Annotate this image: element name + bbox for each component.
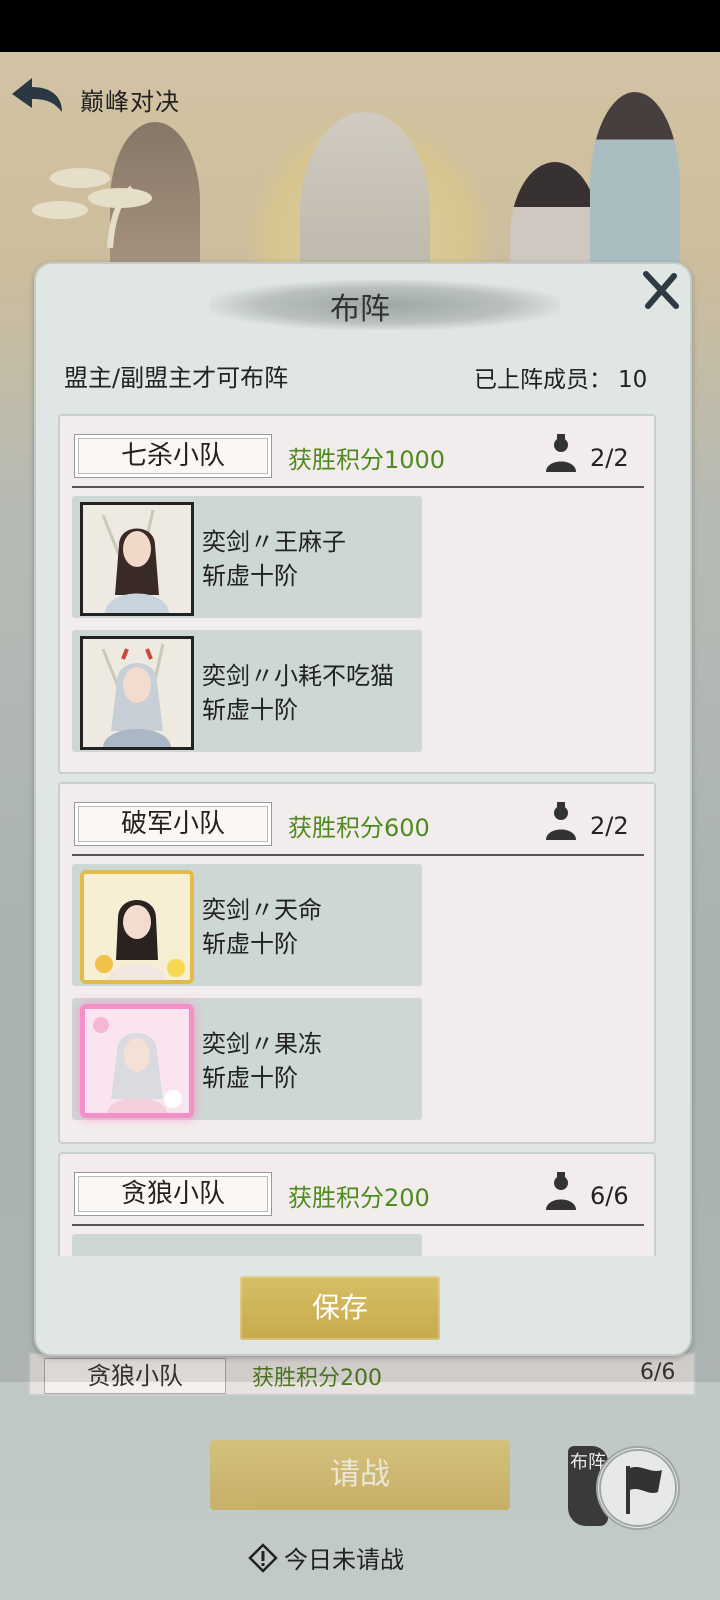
divider [72,854,644,856]
team-name: 贪狼小队 [74,1172,272,1216]
team-score: 获胜积分1000 [288,446,446,474]
member-card[interactable]: 奕剑〃王麻子 斩虚十阶 [72,496,422,618]
member-card[interactable]: 奕剑〃果冻 斩虚十阶 [72,998,422,1120]
save-button[interactable]: 保存 [240,1276,440,1340]
today-status: 今日未请战 [248,1540,404,1575]
member-rank: 斩虚十阶 [202,930,298,958]
request-battle-button[interactable]: 请战 [210,1440,510,1510]
member-name: 奕剑〃小耗不吃猫 [202,662,394,690]
team-card-pojun: 破军小队 获胜积分600 2/2 奕剑〃天命 斩虚十阶 奕剑〃果冻 斩虚十阶 [58,782,656,1144]
team-count: 2/2 [590,444,629,472]
today-status-text: 今日未请战 [284,1546,404,1574]
member-card[interactable] [72,1234,422,1256]
person-icon [546,1172,576,1210]
team-card-qisha: 七杀小队 获胜积分1000 2/2 奕剑〃王麻子 斩虚十阶 奕剑〃小耗不吃猫 斩… [58,414,656,774]
avatar [80,636,194,750]
member-rank: 斩虚十阶 [202,562,298,590]
team-score: 获胜积分200 [288,1184,430,1212]
team-card-tanlang: 贪狼小队 获胜积分200 6/6 [58,1152,656,1256]
modal-title: 布阵 [330,292,390,327]
close-x-icon[interactable] [640,270,680,310]
person-icon [546,802,576,840]
avatar-pink-frame [80,1004,194,1118]
team-name: 破军小队 [74,802,272,846]
team-count: 6/6 [590,1182,629,1210]
avatar [80,502,194,616]
member-count-label: 已上阵成员： [474,367,612,393]
warning-diamond-icon [248,1542,278,1573]
member-rank: 斩虚十阶 [202,696,298,724]
team-name: 七杀小队 [74,434,272,478]
member-count: 已上阵成员： 10 [474,360,647,394]
member-name: 奕剑〃果冻 [202,1030,322,1058]
avatar-gold-frame [80,870,194,984]
person-icon [546,434,576,472]
member-name: 奕剑〃王麻子 [202,528,346,556]
status-bar [0,0,720,52]
divider [72,486,644,488]
member-card[interactable]: 奕剑〃天命 斩虚十阶 [72,864,422,986]
flag-icon[interactable] [596,1446,680,1530]
team-score: 获胜积分600 [288,814,430,842]
team-list[interactable]: 七杀小队 获胜积分1000 2/2 奕剑〃王麻子 斩虚十阶 奕剑〃小耗不吃猫 斩… [58,414,658,1256]
permission-notice: 盟主/副盟主才可布阵 [64,364,289,392]
member-count-value: 10 [618,367,648,393]
team-count: 2/2 [590,812,629,840]
member-name: 奕剑〃天命 [202,896,322,924]
divider [72,1224,644,1226]
member-card[interactable]: 奕剑〃小耗不吃猫 斩虚十阶 [72,630,422,752]
member-rank: 斩虚十阶 [202,1064,298,1092]
